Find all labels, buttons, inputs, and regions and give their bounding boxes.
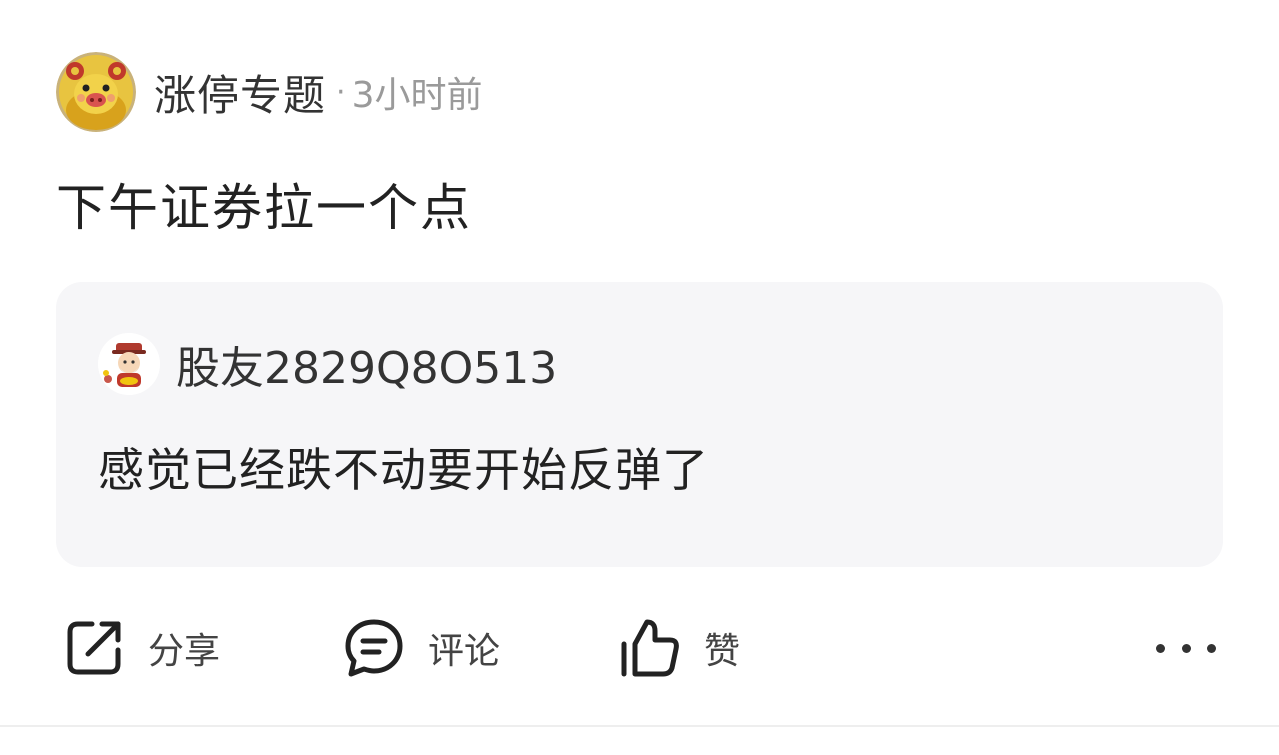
share-label: 分享 [148,631,221,672]
more-icon-dot [1181,643,1191,653]
comment-button[interactable]: 评论 [342,612,500,684]
comment-label: 评论 [428,631,501,672]
like-button[interactable]: 赞 [618,612,740,684]
author-name[interactable]: 涨停专题 [154,62,326,123]
quoted-author-name[interactable]: 股友2829Q8O513 [176,332,557,396]
more-icon-dot [1207,643,1216,653]
quoted-author-avatar[interactable] [98,333,160,395]
post-time: 3小时前 [351,75,483,116]
author-avatar[interactable] [56,52,136,132]
comment-icon [345,619,403,677]
more-icon [1156,643,1165,653]
share-button[interactable]: 分享 [62,612,220,684]
quoted-author-row: 股友2829Q8O513 [98,332,557,396]
post-divider [0,725,1279,727]
quoted-post[interactable]: 股友2829Q8O513 感觉已经跌不动要开始反弹了 [56,282,1223,567]
action-bar: 分享 评论 赞 [56,612,1223,684]
post-content[interactable]: 下午证券拉一个点 [56,168,472,240]
thumbs-up-icon [621,619,679,677]
share-icon [67,621,121,675]
like-label: 赞 [704,631,741,672]
quoted-content: 感觉已经跌不动要开始反弹了 [98,443,709,497]
more-options-button[interactable] [1156,630,1216,666]
pig-mascot-avatar-image [56,52,136,132]
post-header: 涨停专题 · 3小时前 [56,51,482,133]
meta-separator: · [336,74,346,110]
fortune-god-avatar-image [98,333,160,395]
post-card: 涨停专题 · 3小时前 下午证券拉一个点 股友2829Q8O513 感觉已经跌不… [0,0,1279,755]
